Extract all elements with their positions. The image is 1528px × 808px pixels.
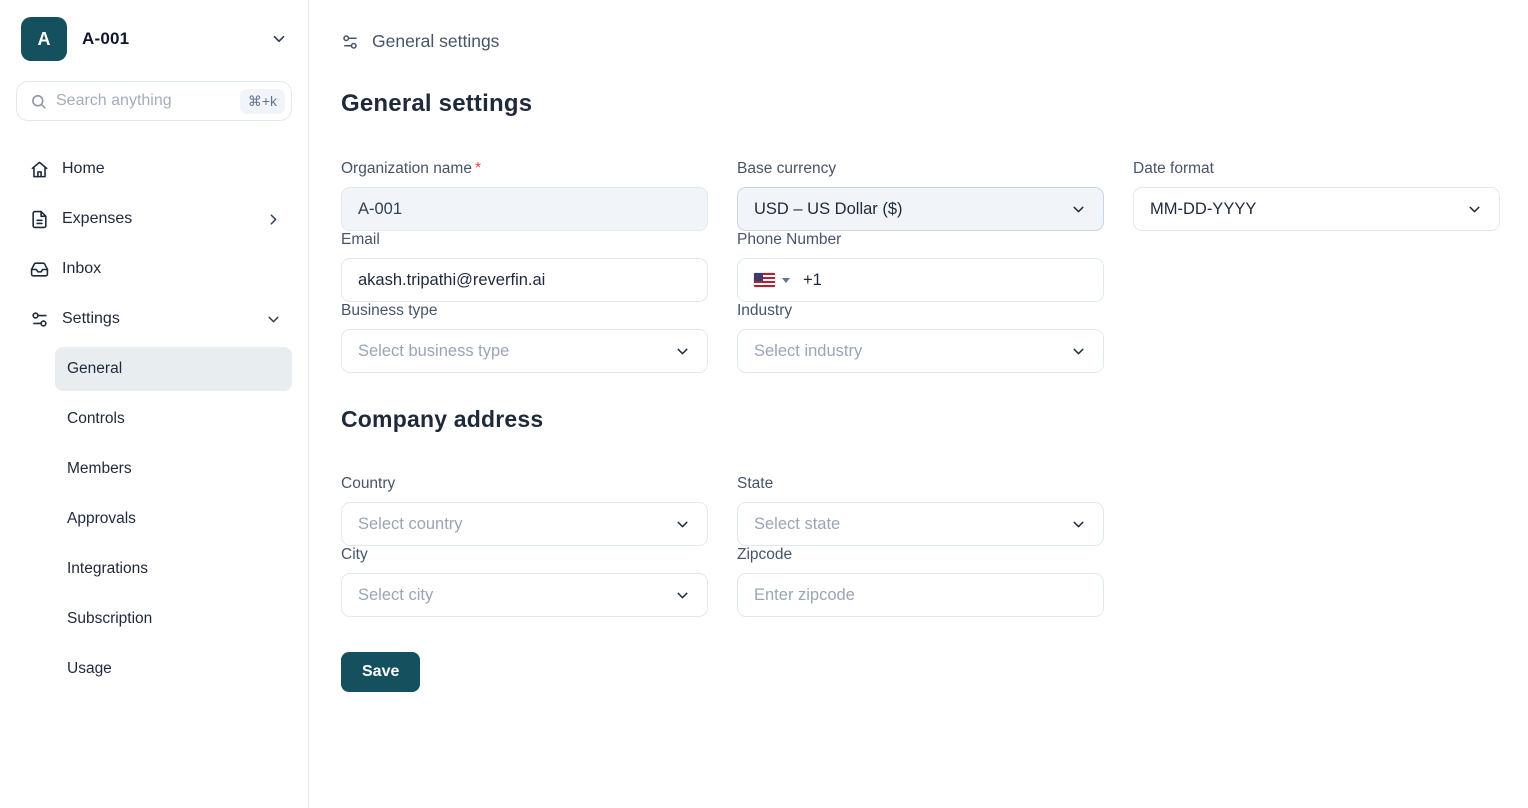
date-format-select[interactable]: MM-DD-YYYY (1133, 187, 1500, 231)
sidebar-item-label: Inbox (62, 260, 101, 278)
business-type-label: Business type (341, 302, 708, 320)
phone-field: Phone Number +1 (737, 231, 1104, 302)
base-currency-label: Base currency (737, 160, 1104, 178)
flag-caret-icon (782, 278, 790, 283)
org-name: A-001 (82, 29, 129, 49)
sidebar-item-expenses[interactable]: Expenses (16, 197, 292, 241)
dial-code: +1 (803, 271, 822, 290)
country-field: Country Select country (341, 475, 708, 546)
sidebar-item-label: Home (62, 160, 105, 178)
sidebar-nav: Home Expenses Inbox Settings (16, 147, 292, 691)
business-type-field: Business type Select business type (341, 302, 708, 373)
sidebar-item-label: Settings (62, 310, 120, 328)
zipcode-input[interactable] (737, 573, 1104, 617)
org-switcher[interactable]: A A-001 (16, 16, 292, 61)
base-currency-select[interactable]: USD – US Dollar ($) (737, 187, 1104, 231)
company-address-heading: Company address (341, 406, 1499, 433)
search-icon (30, 93, 47, 110)
chevron-down-icon (270, 30, 288, 48)
sidebar-item-approvals[interactable]: Approvals (55, 497, 292, 541)
email-field: Email (341, 231, 708, 302)
breadcrumb: General settings (341, 31, 1499, 52)
chevron-right-icon (265, 211, 282, 228)
general-settings-heading: General settings (341, 90, 1499, 118)
sidebar-item-integrations[interactable]: Integrations (55, 547, 292, 591)
us-flag-icon[interactable] (754, 273, 775, 287)
chevron-down-icon (1070, 201, 1087, 218)
page-title: General settings (372, 31, 499, 52)
sidebar-item-settings[interactable]: Settings (16, 297, 292, 341)
industry-select[interactable]: Select industry (737, 329, 1104, 373)
chevron-down-icon (1466, 201, 1483, 218)
email-input[interactable] (341, 258, 708, 302)
save-button[interactable]: Save (341, 652, 420, 692)
industry-field: Industry Select industry (737, 302, 1104, 373)
zipcode-field: Zipcode (737, 546, 1104, 617)
sidebar-item-label: Expenses (62, 210, 132, 228)
phone-input[interactable]: +1 (737, 258, 1104, 302)
file-text-icon (30, 210, 49, 229)
search-input[interactable] (56, 92, 240, 110)
chevron-down-icon (674, 343, 691, 360)
state-label: State (737, 475, 1104, 493)
required-asterisk: * (475, 160, 481, 177)
org-avatar: A (21, 17, 67, 61)
city-field: City Select city (341, 546, 708, 617)
chevron-down-icon (674, 516, 691, 533)
settings-subnav: General Controls Members Approvals Integ… (16, 347, 292, 691)
chevron-down-icon (1070, 343, 1087, 360)
form-row-5: City Select city Zipcode (341, 546, 1499, 617)
country-placeholder: Select country (358, 515, 463, 534)
inbox-icon (30, 260, 49, 279)
chevron-down-icon (674, 587, 691, 604)
state-placeholder: Select state (754, 515, 840, 534)
sidebar-item-usage[interactable]: Usage (55, 647, 292, 691)
date-format-value: MM-DD-YYYY (1150, 200, 1256, 219)
city-placeholder: Select city (358, 586, 433, 605)
main-content: General settings General settings Organi… (309, 0, 1528, 808)
home-icon (30, 160, 49, 179)
organization-name-label: Organization name* (341, 160, 708, 178)
form-row-4: Country Select country State Select stat… (341, 475, 1499, 546)
sliders-icon (30, 310, 49, 329)
form-row-1: Organization name* Base currency USD – U… (341, 160, 1499, 231)
sidebar-item-members[interactable]: Members (55, 447, 292, 491)
base-currency-value: USD – US Dollar ($) (754, 200, 903, 219)
sidebar-item-home[interactable]: Home (16, 147, 292, 191)
sidebar-item-subscription[interactable]: Subscription (55, 597, 292, 641)
country-select[interactable]: Select country (341, 502, 708, 546)
sidebar-item-controls[interactable]: Controls (55, 397, 292, 441)
form-row-3: Business type Select business type Indus… (341, 302, 1499, 373)
search-shortcut-badge: ⌘+k (240, 89, 285, 114)
phone-label: Phone Number (737, 231, 1104, 249)
sidebar: A A-001 ⌘+k Home Expenses (0, 0, 309, 808)
state-field: State Select state (737, 475, 1104, 546)
state-select[interactable]: Select state (737, 502, 1104, 546)
business-type-select[interactable]: Select business type (341, 329, 708, 373)
organization-name-input (341, 187, 708, 231)
date-format-label: Date format (1133, 160, 1500, 178)
base-currency-field: Base currency USD – US Dollar ($) (737, 160, 1104, 231)
sliders-icon (341, 33, 359, 51)
city-select[interactable]: Select city (341, 573, 708, 617)
form-row-2: Email Phone Number +1 (341, 231, 1499, 302)
country-label: Country (341, 475, 708, 493)
organization-name-field: Organization name* (341, 160, 708, 231)
business-type-placeholder: Select business type (358, 342, 509, 361)
date-format-field: Date format MM-DD-YYYY (1133, 160, 1500, 231)
sidebar-item-general[interactable]: General (55, 347, 292, 391)
chevron-down-icon (265, 311, 282, 328)
chevron-down-icon (1070, 516, 1087, 533)
sidebar-item-inbox[interactable]: Inbox (16, 247, 292, 291)
industry-placeholder: Select industry (754, 342, 862, 361)
zipcode-label: Zipcode (737, 546, 1104, 564)
city-label: City (341, 546, 708, 564)
email-label: Email (341, 231, 708, 249)
search-box[interactable]: ⌘+k (16, 81, 292, 121)
industry-label: Industry (737, 302, 1104, 320)
